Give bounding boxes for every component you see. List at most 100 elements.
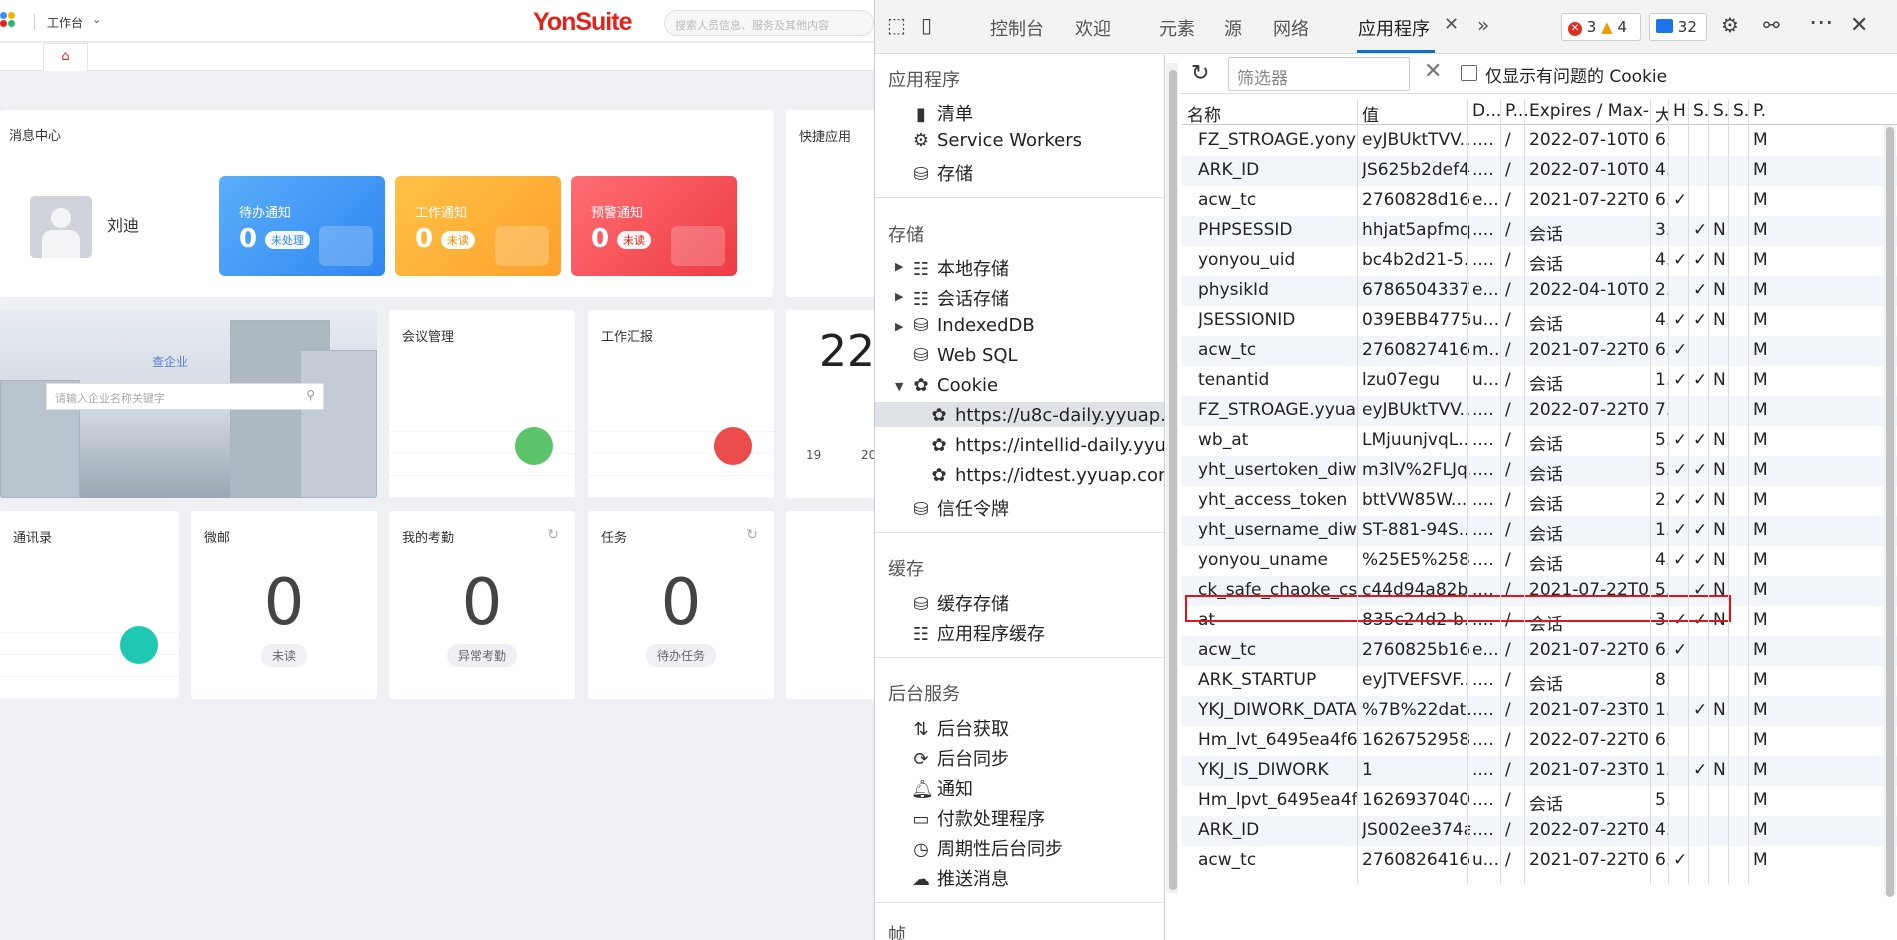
- home-tab[interactable]: ⌂: [43, 43, 88, 71]
- refresh-icon[interactable]: ↻: [746, 527, 758, 543]
- cookie-origin-item[interactable]: ✿ https://idtest.yyuap.com: [929, 465, 1164, 486]
- column-divider[interactable]: [1650, 99, 1651, 884]
- sidebar-item-session-storage[interactable]: ☷ 会话存储: [911, 285, 1009, 311]
- chevron-down-icon[interactable]: ⌄: [92, 13, 101, 26]
- table-row[interactable]: yht_username_diworkST-881-94S......./会话1…: [1182, 516, 1897, 546]
- cookie-origin-item[interactable]: ✿ https://u8c-daily.yyuap.com: [929, 405, 1164, 426]
- sidebar-item-push-messaging[interactable]: ☁ 推送消息: [911, 865, 1009, 891]
- expand-arrow-icon[interactable]: ▶: [895, 260, 903, 273]
- task-card[interactable]: 任务 ↻ 0 待办任务: [588, 511, 774, 699]
- column-header[interactable]: S.: [1693, 101, 1709, 121]
- sidebar-item-local-storage[interactable]: ☷ 本地存储: [911, 255, 1009, 281]
- contacts-card[interactable]: 通讯录: [0, 511, 179, 699]
- connection-icon[interactable]: ⚯: [1763, 13, 1780, 37]
- table-row[interactable]: yht_usertoken_diworkm3lV%2FLJq......./会话…: [1182, 456, 1897, 486]
- message-counter[interactable]: 32: [1649, 13, 1707, 41]
- column-divider[interactable]: [1708, 99, 1709, 884]
- settings-gear-icon[interactable]: ⚙: [1721, 13, 1739, 37]
- cookie-origin-item[interactable]: ✿ https://intellid-daily.yyuap.com: [929, 435, 1164, 456]
- work-report-card[interactable]: 工作汇报: [588, 310, 774, 498]
- table-scrollbar-thumb[interactable]: [1886, 127, 1894, 897]
- alert-notification-card[interactable]: 预警通知 0 未读: [571, 176, 737, 276]
- column-divider[interactable]: [1748, 99, 1749, 884]
- table-row[interactable]: YKJ_DIWORK_DATA%7B%22dat......./2021-07-…: [1182, 696, 1897, 726]
- table-row[interactable]: acw_tc2760826416...u.../2021-07-22T0...6…: [1182, 846, 1897, 876]
- column-header[interactable]: 值: [1362, 101, 1470, 126]
- table-row[interactable]: yonyou_uname%25E5%258......./会话4.✓✓NM: [1182, 546, 1897, 576]
- refresh-icon[interactable]: ↻: [1191, 61, 1209, 86]
- table-row[interactable]: acw_tc2760827416...m.../2021-07-22T0...6…: [1182, 336, 1897, 366]
- table-row[interactable]: ARK_IDJS625b2def4......./2022-07-10T0...…: [1182, 156, 1897, 186]
- search-icon[interactable]: ⚲: [306, 388, 315, 402]
- global-search-input[interactable]: 搜索人员信息、服务及其他内容: [664, 10, 874, 36]
- column-divider[interactable]: [1524, 99, 1525, 884]
- table-row[interactable]: PHPSESSIDhhjat5apfmq......./会话3.✓NM: [1182, 216, 1897, 246]
- table-row[interactable]: wb_atLMjuunjvqL......./会话5.✓✓NM: [1182, 426, 1897, 456]
- expand-arrow-icon[interactable]: ▶: [895, 320, 903, 333]
- column-header[interactable]: 大: [1655, 101, 1669, 126]
- workspace-switcher[interactable]: 工作台: [47, 14, 83, 31]
- tab-console[interactable]: 控制台: [990, 15, 1044, 41]
- device-toolbar-icon[interactable]: ▯: [921, 13, 932, 37]
- column-divider[interactable]: [1728, 99, 1729, 884]
- table-row[interactable]: Hm_lvt_6495ea4f6fbb...1626752958,.......…: [1182, 726, 1897, 756]
- column-header[interactable]: 名称: [1187, 101, 1347, 126]
- issue-counters[interactable]: ✕ 3 ▲ 4 32: [1561, 13, 1716, 41]
- clear-filter-icon[interactable]: ✕: [1424, 59, 1442, 84]
- refresh-icon[interactable]: ↻: [547, 527, 559, 543]
- sidebar-item-periodic-sync[interactable]: ◷ 周期性后台同步: [911, 835, 1063, 861]
- calendar-card[interactable]: 22 19 20: [786, 310, 874, 498]
- attendance-card[interactable]: 我的考勤 ↻ 0 异常考勤: [389, 511, 575, 699]
- meeting-app-icon[interactable]: [515, 427, 553, 465]
- table-row[interactable]: YKJ_IS_DIWORK1..../2021-07-23T0...1.✓NM: [1182, 756, 1897, 786]
- column-divider[interactable]: [1500, 99, 1501, 884]
- sidebar-item-background-fetch[interactable]: ⇅ 后台获取: [911, 715, 1009, 741]
- sidebar-scrollbar-thumb[interactable]: [1169, 70, 1177, 890]
- more-tabs-icon[interactable]: »: [1477, 13, 1489, 37]
- inspect-element-icon[interactable]: ⬚: [887, 13, 906, 37]
- column-divider[interactable]: [1668, 99, 1669, 884]
- meeting-management-card[interactable]: 会议管理: [389, 310, 575, 498]
- weimail-card[interactable]: 微邮 0 未读: [191, 511, 377, 699]
- column-header[interactable]: S.: [1733, 101, 1749, 121]
- more-options-icon[interactable]: ⋯: [1809, 8, 1834, 36]
- column-header[interactable]: Expires / Max-...: [1529, 101, 1649, 121]
- column-header[interactable]: P.: [1753, 101, 1773, 121]
- expand-arrow-icon[interactable]: ▶: [895, 290, 903, 303]
- table-row[interactable]: JSESSIONID039EBB4775...u.../会话4.✓✓NM: [1182, 306, 1897, 336]
- error-warning-counter[interactable]: ✕ 3 ▲ 4: [1561, 13, 1641, 41]
- column-divider[interactable]: [1467, 99, 1468, 884]
- table-row[interactable]: tenantidlzu07eguu.../会话1.✓✓NM: [1182, 366, 1897, 396]
- only-issues-checkbox[interactable]: [1461, 65, 1477, 81]
- column-header[interactable]: D...: [1472, 101, 1500, 121]
- sidebar-item-indexeddb[interactable]: ⛁ IndexedDB: [911, 315, 1034, 336]
- contacts-app-icon[interactable]: [120, 626, 158, 664]
- calendar-date[interactable]: 20: [861, 448, 874, 462]
- table-row[interactable]: physikId6786504337...e.../2022-04-10T0..…: [1182, 276, 1897, 306]
- enterprise-search-input[interactable]: 请输入企业名称关键字 ⚲: [46, 383, 324, 410]
- enterprise-lookup-link[interactable]: 查企业: [152, 353, 188, 370]
- tab-application[interactable]: 应用程序: [1358, 15, 1430, 41]
- table-row[interactable]: ARK_STARTUPeyJTVEFSVF......./会话8.M: [1182, 666, 1897, 696]
- sidebar-item-storage[interactable]: ⛁ 存储: [911, 160, 973, 186]
- close-tab-icon[interactable]: ✕: [1444, 14, 1459, 35]
- cookie-filter-input[interactable]: 筛选器: [1228, 57, 1410, 91]
- tab-elements[interactable]: 元素: [1159, 15, 1195, 41]
- quick-apps-card[interactable]: 快捷应用: [786, 110, 874, 297]
- tab-sources[interactable]: 源: [1224, 15, 1242, 41]
- sidebar-item-payment-handler[interactable]: ▭ 付款处理程序: [911, 805, 1045, 831]
- sidebar-item-cache-storage[interactable]: ⛁ 缓存存储: [911, 590, 1009, 616]
- column-header[interactable]: S.: [1713, 101, 1729, 121]
- table-row[interactable]: yonyou_uidbc4b2d21-5......./会话4.✓✓NM: [1182, 246, 1897, 276]
- column-divider[interactable]: [1688, 99, 1689, 884]
- table-row[interactable]: Hm_lpvt_6495ea4f6fb...1626937040..../会话5…: [1182, 786, 1897, 816]
- sidebar-item-web-sql[interactable]: ⛁ Web SQL: [911, 345, 1017, 366]
- tab-network[interactable]: 网络: [1273, 15, 1309, 41]
- calendar-date[interactable]: 19: [806, 448, 821, 462]
- table-row[interactable]: ARK_IDJS002ee374a......./2022-07-22T0...…: [1182, 816, 1897, 846]
- avatar[interactable]: [30, 196, 92, 258]
- table-row[interactable]: acw_tc2760825b16...e.../2021-07-22T0...6…: [1182, 636, 1897, 666]
- sidebar-item-cookie[interactable]: ✿ Cookie: [911, 375, 998, 396]
- work-notification-card[interactable]: 工作通知 0 未读: [395, 176, 561, 276]
- table-row[interactable]: FZ_STROAGE.yyuap.c...eyJBUktTVV......./2…: [1182, 396, 1897, 426]
